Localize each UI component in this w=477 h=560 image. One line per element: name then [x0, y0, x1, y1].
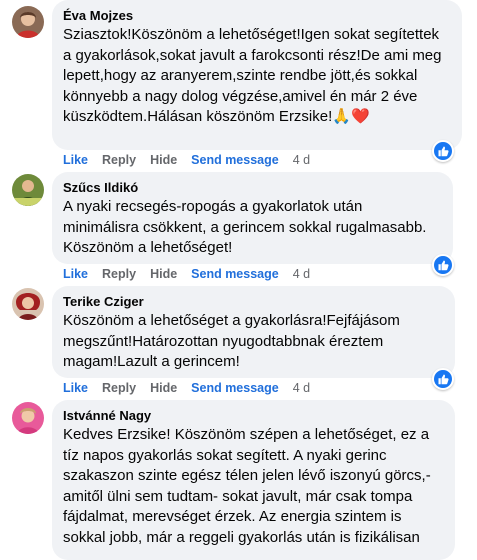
comment-author[interactable]: Istvánné Nagy	[63, 407, 444, 424]
like-button[interactable]: Like	[63, 267, 88, 281]
like-button[interactable]: Like	[63, 153, 88, 167]
comment-author[interactable]: Terike Cziger	[63, 293, 444, 310]
comment-actions: Like Reply Hide Send message 4 d	[63, 380, 324, 396]
comment-author[interactable]: Szűcs Ildikó	[63, 179, 442, 196]
reaction-badge[interactable]	[432, 368, 454, 390]
avatar[interactable]	[12, 288, 44, 320]
thumbs-up-icon	[438, 374, 449, 385]
comment-age[interactable]: 4 d	[293, 153, 310, 167]
hide-button[interactable]: Hide	[150, 381, 177, 395]
send-message-button[interactable]: Send message	[191, 381, 279, 395]
comment-body: Sziasztok!Köszönöm a lehetőséget!Igen so…	[63, 26, 442, 125]
comment-author[interactable]: Éva Mojzes	[63, 7, 451, 24]
comment-actions: Like Reply Hide Send message 4 d	[63, 266, 324, 282]
reply-button[interactable]: Reply	[102, 267, 136, 281]
comment-age[interactable]: 4 d	[293, 267, 310, 281]
comment-bubble: Éva Mojzes Sziasztok!Köszönöm a lehetősé…	[52, 0, 462, 150]
reaction-badge[interactable]	[432, 254, 454, 276]
reply-button[interactable]: Reply	[102, 381, 136, 395]
comment-text: Kedves Erzsike! Köszönöm szépen a lehető…	[63, 426, 431, 546]
comment-bubble: Istvánné Nagy Kedves Erzsike! Köszönöm s…	[52, 400, 455, 560]
avatar[interactable]	[12, 6, 44, 38]
like-button[interactable]: Like	[63, 381, 88, 395]
comment-age[interactable]: 4 d	[293, 381, 310, 395]
comment-actions: Like Reply Hide Send message 4 d	[63, 152, 324, 168]
send-message-button[interactable]: Send message	[191, 267, 279, 281]
reaction-badge[interactable]	[432, 140, 454, 162]
send-message-button[interactable]: Send message	[191, 153, 279, 167]
thumbs-up-icon	[438, 146, 449, 157]
comment-bubble: Terike Cziger Köszönöm a lehetőséget a g…	[52, 286, 455, 378]
hide-button[interactable]: Hide	[150, 153, 177, 167]
comment-text: Köszönöm a lehetőséget a gyakorlásra!Fej…	[63, 312, 400, 370]
avatar[interactable]	[12, 174, 44, 206]
avatar[interactable]	[12, 402, 44, 434]
emoji: 🙏❤️	[332, 108, 370, 125]
thumbs-up-icon	[438, 260, 449, 271]
reply-button[interactable]: Reply	[102, 153, 136, 167]
hide-button[interactable]: Hide	[150, 267, 177, 281]
comment-text: Sziasztok!Köszönöm a lehetőséget!Igen so…	[63, 25, 451, 128]
comment-text: A nyaki recsegés-ropogás a gyakorlatok u…	[63, 198, 427, 256]
comment-bubble: Szűcs Ildikó A nyaki recsegés-ropogás a …	[52, 172, 453, 264]
